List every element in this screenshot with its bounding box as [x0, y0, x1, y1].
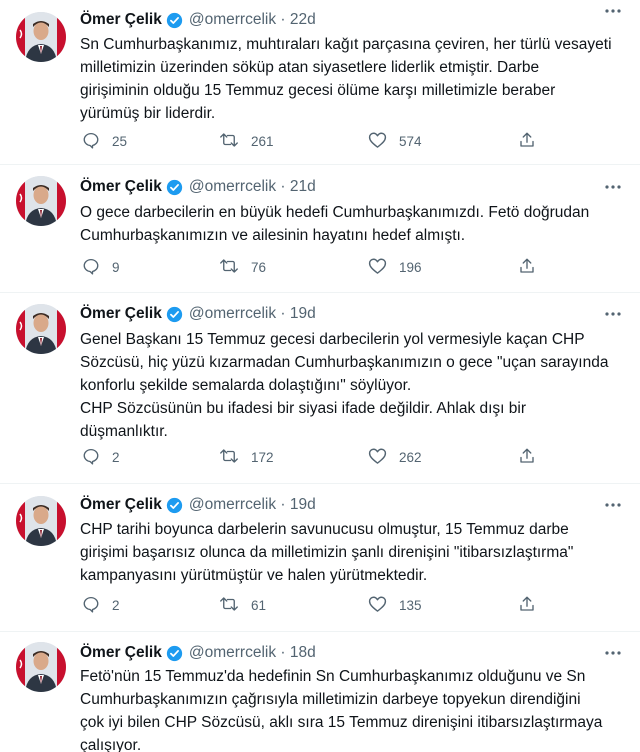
verified-badge-icon — [166, 12, 183, 29]
verified-badge-icon — [166, 645, 183, 662]
retweet-icon — [219, 257, 239, 278]
share-icon — [518, 131, 536, 152]
share-icon — [518, 595, 536, 616]
more-icon[interactable] — [604, 498, 622, 517]
separator-dot: · — [276, 178, 290, 195]
author-name[interactable]: Ömer Çelik — [80, 305, 162, 323]
avatar[interactable] — [16, 304, 66, 354]
verified-badge-icon — [166, 179, 183, 196]
tweet[interactable]: Ömer Çelik @omerrcelik · 19d Genel Başka… — [0, 293, 640, 483]
like-count: 196 — [399, 260, 422, 275]
reply-icon — [82, 131, 100, 152]
like-button[interactable]: 574 — [368, 131, 422, 152]
retweet-button[interactable]: 172 — [219, 447, 274, 468]
reply-icon — [82, 257, 100, 278]
tweet-time[interactable]: 21d — [290, 178, 316, 196]
tweet[interactable]: Ömer Çelik @omerrcelik · 22d Sn Cumhurba… — [0, 0, 640, 160]
like-icon — [368, 257, 387, 278]
like-button[interactable]: 196 — [368, 257, 422, 278]
tweet-actions: 25 261 574 — [80, 131, 550, 153]
like-button[interactable]: 135 — [368, 595, 422, 616]
author-handle[interactable]: @omerrcelik — [189, 178, 276, 196]
separator-dot: · — [276, 305, 290, 322]
verified-badge-icon — [166, 306, 183, 323]
reply-button[interactable]: 25 — [82, 131, 127, 152]
tweet-text: Fetö'nün 15 Temmuz'da hedefinin Sn Cumhu… — [80, 668, 603, 752]
like-icon — [368, 447, 387, 468]
more-icon[interactable] — [604, 180, 622, 199]
tweet-divider — [0, 164, 640, 165]
reply-count: 2 — [112, 450, 120, 465]
separator-dot: · — [276, 644, 290, 661]
tweet-text: Genel Başkanı 15 Temmuz gecesi darbecile… — [80, 331, 609, 440]
reply-icon — [82, 595, 100, 616]
reply-button[interactable]: 2 — [82, 447, 120, 468]
author-handle[interactable]: @omerrcelik — [189, 11, 276, 29]
retweet-count: 172 — [251, 450, 274, 465]
avatar[interactable] — [16, 496, 66, 546]
author-name[interactable]: Ömer Çelik — [80, 644, 162, 662]
retweet-count: 61 — [251, 598, 267, 613]
tweet-actions: 2 61 135 — [80, 595, 550, 617]
share-icon — [518, 447, 536, 468]
tweet-time[interactable]: 18d — [290, 644, 316, 662]
more-icon[interactable] — [604, 4, 622, 23]
like-icon — [368, 131, 387, 152]
separator-dot: · — [276, 11, 290, 28]
retweet-button[interactable]: 61 — [219, 595, 266, 616]
avatar[interactable] — [16, 12, 66, 62]
tweet-time[interactable]: 19d — [290, 496, 316, 514]
avatar[interactable] — [16, 642, 66, 692]
author-name[interactable]: Ömer Çelik — [80, 178, 162, 196]
like-count: 574 — [399, 134, 422, 149]
tweet-text: O gece darbecilerin en büyük hedefi Cumh… — [80, 204, 590, 244]
reply-button[interactable]: 9 — [82, 257, 120, 278]
reply-count: 2 — [112, 598, 120, 613]
more-icon[interactable] — [604, 307, 622, 326]
retweet-count: 261 — [251, 134, 274, 149]
avatar[interactable] — [16, 176, 66, 226]
share-icon — [518, 257, 536, 278]
tweet[interactable]: Ömer Çelik @omerrcelik · 21d O gece darb… — [0, 166, 640, 290]
tweet-text: Sn Cumhurbaşkanımız, muhtıraları kağıt p… — [80, 36, 612, 122]
retweet-icon — [219, 447, 239, 468]
author-name[interactable]: Ömer Çelik — [80, 11, 162, 29]
reply-button[interactable]: 2 — [82, 595, 120, 616]
tweet-actions: 9 76 196 — [80, 257, 550, 279]
tweet[interactable]: Ömer Çelik @omerrcelik · 19d CHP tarihi … — [0, 484, 640, 630]
author-handle[interactable]: @omerrcelik — [189, 644, 276, 662]
like-count: 262 — [399, 450, 422, 465]
reply-count: 25 — [112, 134, 128, 149]
share-button[interactable] — [518, 257, 536, 278]
retweet-button[interactable]: 76 — [219, 257, 266, 278]
tweet-time[interactable]: 19d — [290, 305, 316, 323]
author-handle[interactable]: @omerrcelik — [189, 305, 276, 323]
retweet-icon — [219, 595, 239, 616]
author-handle[interactable]: @omerrcelik — [189, 496, 276, 514]
share-button[interactable] — [518, 595, 536, 616]
reply-count: 9 — [112, 260, 120, 275]
author-name[interactable]: Ömer Çelik — [80, 496, 162, 514]
verified-badge-icon — [166, 497, 183, 514]
retweet-button[interactable]: 261 — [219, 131, 274, 152]
retweet-icon — [219, 131, 239, 152]
tweet-time[interactable]: 22d — [290, 11, 316, 29]
like-icon — [368, 595, 387, 616]
separator-dot: · — [276, 496, 290, 513]
tweet-actions: 2 172 262 — [80, 447, 550, 469]
like-button[interactable]: 262 — [368, 447, 422, 468]
share-button[interactable] — [518, 447, 536, 468]
reply-icon — [82, 447, 100, 468]
share-button[interactable] — [518, 131, 536, 152]
tweet[interactable]: Ömer Çelik @omerrcelik · 18d Fetö'nün 15… — [0, 632, 640, 752]
tweet-text: CHP tarihi boyunca darbelerin savunucusu… — [80, 521, 574, 584]
retweet-count: 76 — [251, 260, 267, 275]
like-count: 135 — [399, 598, 422, 613]
more-icon[interactable] — [604, 646, 622, 665]
